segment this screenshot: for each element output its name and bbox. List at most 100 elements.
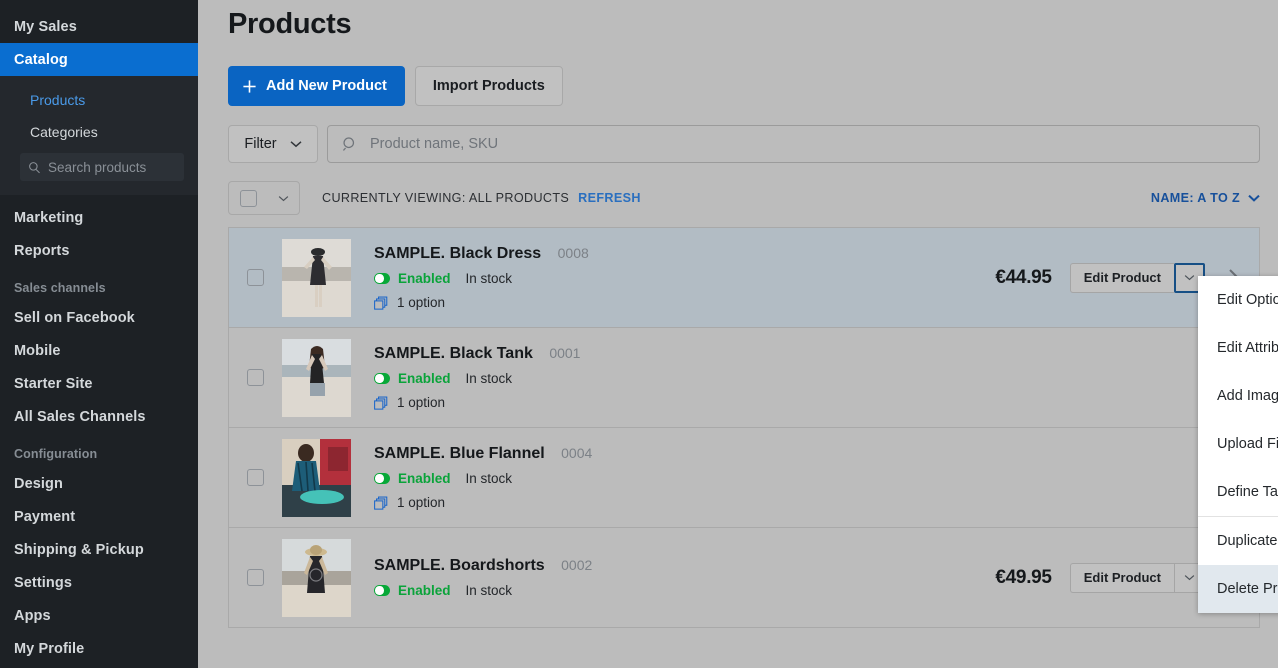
table-row[interactable]: SAMPLE. Boardshorts 0002 Enabled In stoc… — [228, 528, 1260, 628]
sidebar-search-input[interactable]: Search products — [20, 153, 184, 181]
product-thumbnail — [282, 539, 351, 617]
row-checkbox[interactable] — [247, 469, 264, 486]
product-status-line: Enabled In stock — [374, 471, 592, 486]
sidebar-item-label: My Profile — [14, 641, 84, 657]
enabled-toggle[interactable] — [374, 585, 390, 596]
product-price: €44.95 — [995, 267, 1051, 289]
sidebar-subitem-label: Categories — [30, 124, 98, 140]
sidebar-item-sell-on-facebook[interactable]: Sell on Facebook — [0, 301, 198, 334]
product-info: SAMPLE. Black Tank 0001 Enabled In stock — [374, 345, 580, 410]
select-all-checkbox[interactable] — [240, 190, 257, 207]
sidebar-item-categories[interactable]: Categories — [0, 116, 198, 148]
stock-label: In stock — [466, 271, 513, 286]
product-sku: 0001 — [549, 345, 580, 361]
menu-item-upload-files[interactable]: Upload Files — [1198, 420, 1278, 468]
sidebar-item-mobile[interactable]: Mobile — [0, 334, 198, 367]
product-status-line: Enabled In stock — [374, 583, 592, 598]
product-title-line: SAMPLE. Boardshorts 0002 — [374, 557, 592, 575]
edit-product-group: Edit Product — [1070, 263, 1205, 293]
product-options-count: 1 option — [397, 495, 445, 510]
menu-item-delete-product[interactable]: Delete Product — [1198, 565, 1278, 613]
sidebar-item-my-sales[interactable]: My Sales — [0, 10, 198, 43]
sidebar-item-design[interactable]: Design — [0, 467, 198, 500]
menu-item-edit-options[interactable]: Edit Options — [1198, 276, 1278, 324]
menu-item-define-taxes-and-shipping[interactable]: Define Taxes & Shipping — [1198, 468, 1278, 516]
import-products-button[interactable]: Import Products — [415, 66, 563, 106]
sidebar-item-label: Catalog — [14, 52, 68, 68]
sidebar-item-all-sales-channels[interactable]: All Sales Channels — [0, 400, 198, 433]
product-options-line: 1 option — [374, 395, 580, 410]
sidebar-item-label: Reports — [14, 243, 70, 259]
sidebar-item-products[interactable]: Products — [0, 84, 198, 116]
product-info: SAMPLE. Blue Flannel 0004 Enabled In sto… — [374, 445, 592, 510]
product-info: SAMPLE. Black Dress 0008 Enabled In stoc… — [374, 245, 589, 310]
product-actions-menu: Edit Options Edit Attributes Add Images … — [1198, 276, 1278, 613]
enabled-toggle[interactable] — [374, 373, 390, 384]
search-placeholder: Product name, SKU — [370, 136, 498, 152]
edit-product-button[interactable]: Edit Product — [1070, 563, 1174, 593]
sidebar-search-placeholder: Search products — [48, 160, 146, 175]
filter-row: Filter Product name, SKU — [228, 125, 1278, 163]
edit-product-group: Edit Product — [1070, 563, 1205, 593]
sidebar-section-sales-channels: Sales channels — [0, 267, 198, 301]
list-toolbar: CURRENTLY VIEWING: ALL PRODUCTS REFRESH … — [228, 180, 1260, 216]
sidebar-item-label: All Sales Channels — [14, 409, 146, 425]
stock-label: In stock — [466, 371, 513, 386]
sidebar-item-starter-site[interactable]: Starter Site — [0, 367, 198, 400]
product-thumbnail — [282, 439, 351, 517]
add-new-product-label: Add New Product — [266, 78, 387, 94]
sidebar-item-label: Settings — [14, 575, 72, 591]
search-icon — [342, 136, 358, 152]
chevron-down-icon[interactable] — [278, 195, 289, 202]
menu-item-add-images[interactable]: Add Images — [1198, 372, 1278, 420]
select-all-control[interactable] — [228, 181, 300, 215]
table-row[interactable]: SAMPLE. Black Tank 0001 Enabled In stock — [228, 328, 1260, 428]
product-sku: 0008 — [558, 245, 589, 261]
sidebar-item-shipping-and-pickup[interactable]: Shipping & Pickup — [0, 533, 198, 566]
product-thumbnail — [282, 239, 351, 317]
sort-control[interactable]: NAME: A TO Z — [1151, 191, 1260, 205]
sidebar-item-label: Apps — [14, 608, 51, 624]
sidebar-item-label: Sell on Facebook — [14, 310, 135, 326]
sidebar-item-apps[interactable]: Apps — [0, 599, 198, 632]
sidebar-item-label: Mobile — [14, 343, 61, 359]
edit-product-button[interactable]: Edit Product — [1070, 263, 1174, 293]
filter-button[interactable]: Filter — [228, 125, 318, 163]
sidebar: My Sales Catalog Products Categories — [0, 0, 198, 668]
status-badge: Enabled — [398, 583, 451, 598]
product-sku: 0004 — [561, 445, 592, 461]
product-status-line: Enabled In stock — [374, 371, 580, 386]
sidebar-item-my-profile[interactable]: My Profile — [0, 632, 198, 665]
row-checkbox[interactable] — [247, 269, 264, 286]
refresh-link[interactable]: REFRESH — [578, 191, 641, 205]
plus-icon — [242, 79, 257, 94]
sidebar-item-label: Starter Site — [14, 376, 93, 392]
copy-icon — [374, 296, 388, 310]
enabled-toggle[interactable] — [374, 473, 390, 484]
sidebar-item-label: Design — [14, 476, 63, 492]
product-name: SAMPLE. Boardshorts — [374, 557, 545, 575]
enabled-toggle[interactable] — [374, 273, 390, 284]
sidebar-item-catalog[interactable]: Catalog — [0, 43, 198, 76]
sidebar-item-payment[interactable]: Payment — [0, 500, 198, 533]
sidebar-item-settings[interactable]: Settings — [0, 566, 198, 599]
chevron-down-icon — [290, 140, 302, 148]
sidebar-item-marketing[interactable]: Marketing — [0, 201, 198, 234]
product-title-line: SAMPLE. Black Tank 0001 — [374, 345, 580, 363]
row-checkbox[interactable] — [247, 369, 264, 386]
menu-item-duplicate-product[interactable]: Duplicate Product — [1198, 517, 1278, 565]
copy-icon — [374, 396, 388, 410]
copy-icon — [374, 496, 388, 510]
header-actions: Add New Product Import Products — [228, 66, 1278, 106]
menu-item-edit-attributes[interactable]: Edit Attributes — [1198, 324, 1278, 372]
sidebar-item-reports[interactable]: Reports — [0, 234, 198, 267]
product-options-count: 1 option — [397, 295, 445, 310]
row-checkbox[interactable] — [247, 569, 264, 586]
sort-label: NAME: A TO Z — [1151, 191, 1240, 205]
product-options-line: 1 option — [374, 495, 592, 510]
table-row[interactable]: SAMPLE. Blue Flannel 0004 Enabled In sto… — [228, 428, 1260, 528]
search-input[interactable]: Product name, SKU — [327, 125, 1260, 163]
add-new-product-button[interactable]: Add New Product — [228, 66, 405, 106]
product-name: SAMPLE. Black Tank — [374, 345, 533, 363]
table-row[interactable]: SAMPLE. Black Dress 0008 Enabled In stoc… — [228, 228, 1260, 328]
